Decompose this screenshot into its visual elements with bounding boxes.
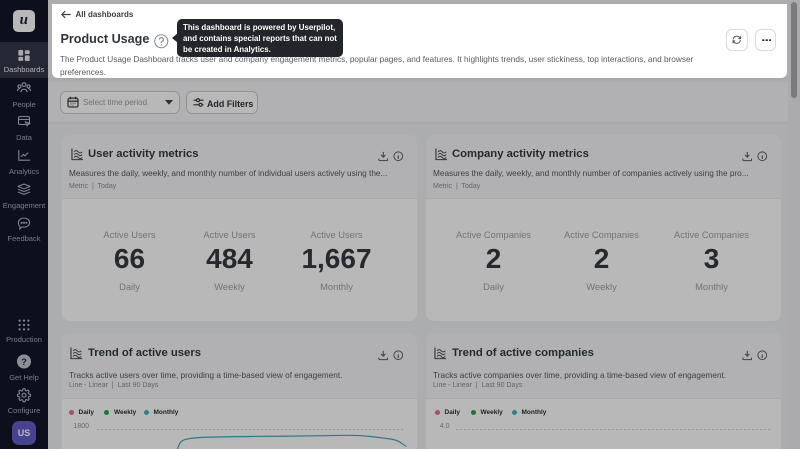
svg-text:?: ? bbox=[21, 357, 27, 367]
